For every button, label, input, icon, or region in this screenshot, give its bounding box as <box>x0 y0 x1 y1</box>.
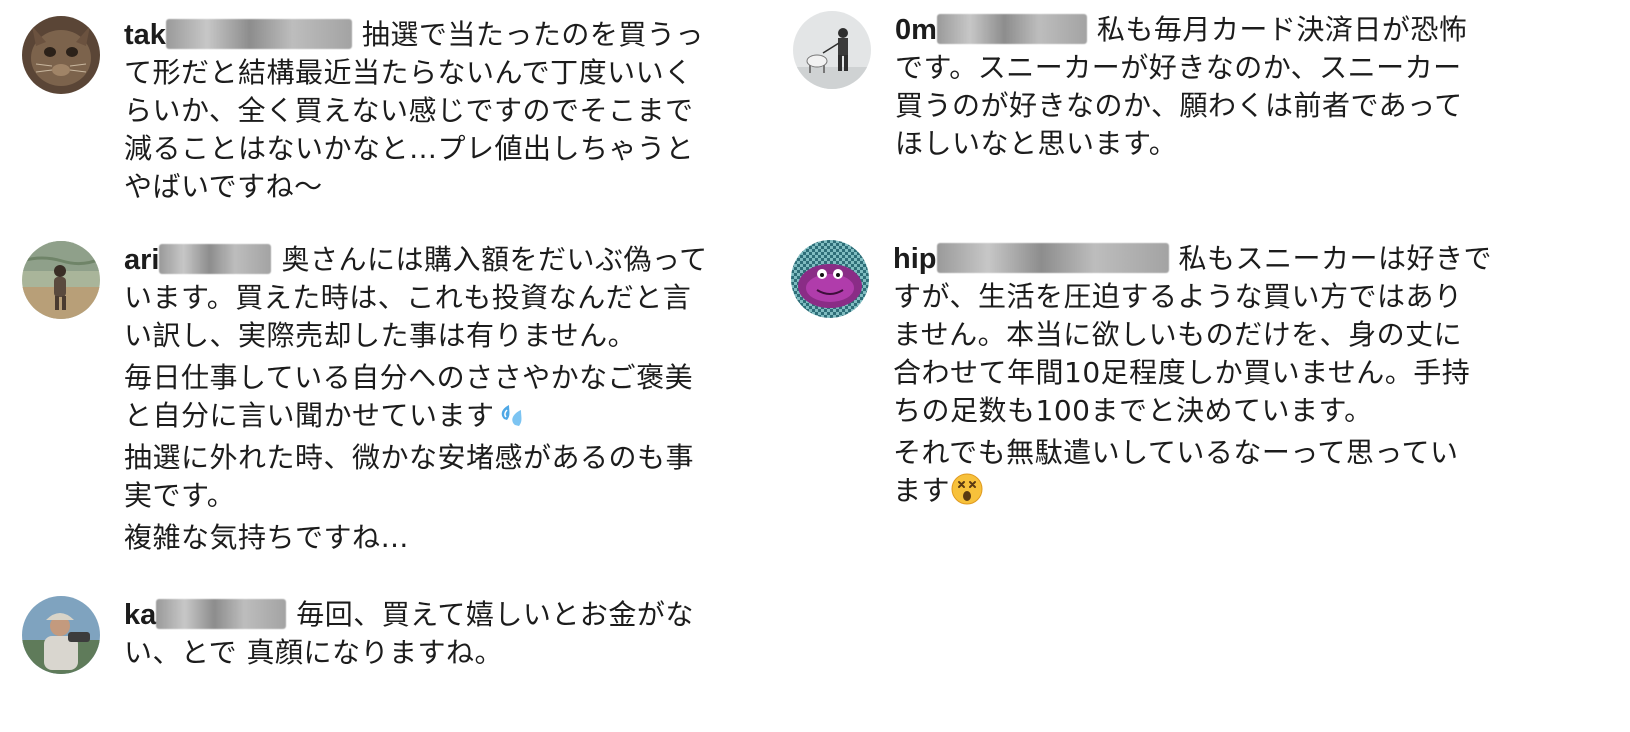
redacted-username-blur <box>165 19 352 49</box>
comment-line: 毎日仕事している自分へのささやかなご褒美 <box>124 361 694 394</box>
comment-line: 複雑な気持ちですね… <box>124 521 410 554</box>
comment-body: 0m 私も毎月カード決済日が恐怖 です。スニーカーが好きなのか、スニーカー 買うの… <box>895 11 1467 163</box>
comment-text: 毎回、買えて嬉しいとお金がな <box>296 598 694 631</box>
username[interactable]: hip <box>893 243 937 275</box>
comment-line: hip 私もスニーカーは好きで <box>893 240 1492 278</box>
comment-line: ません。本当に欲しいものだけを、身の丈に <box>893 318 1463 351</box>
comment-body: ari 奥さんには購入額をだいぶ偽って います。買えた時は、これも投資なんだと言 … <box>124 241 708 557</box>
comment-line: 実です。 <box>124 479 236 512</box>
comment-line: すが、生活を圧迫するような買い方ではあり <box>893 280 1463 313</box>
comment-line: らいか、全く買えない感じですのでそこまで <box>124 94 694 127</box>
redacted-username-blur <box>159 244 272 274</box>
avatar[interactable] <box>22 596 100 674</box>
comment-line: 減ることはないかなと…プレ値出しちゃうと <box>124 132 695 165</box>
comment-line: 買うのが好きなのか、願わくは前者であって <box>895 89 1463 122</box>
dizzy-face-icon <box>950 472 984 506</box>
avatar[interactable] <box>791 240 869 318</box>
comment-line: やばいですね〜 <box>124 170 323 203</box>
username[interactable]: ka <box>124 599 156 631</box>
comments-screenshot: { "comments": { "tak": { "username": "ta… <box>0 0 1630 732</box>
comment-line: います。買えた時は、これも投資なんだと言 <box>124 281 692 314</box>
comment-line: ほしいなと思います。 <box>895 127 1178 160</box>
comment-line: ari 奥さんには購入額をだいぶ偽って <box>124 241 708 279</box>
comment-text: 私も毎月カード決済日が恐怖 <box>1096 13 1468 46</box>
avatar[interactable] <box>793 11 871 89</box>
comment-line: ka 毎回、買えて嬉しいとお金がな <box>124 596 694 634</box>
comment-line: 0m 私も毎月カード決済日が恐怖 <box>895 11 1467 49</box>
avatar[interactable] <box>22 16 100 94</box>
comment-line: 抽選に外れた時、微かな安堵感があるのも事 <box>124 441 695 474</box>
username[interactable]: tak <box>124 19 166 51</box>
comment-line: tak 抽選で当たったのを買うっ <box>124 16 704 54</box>
comment-line: ます <box>893 472 1492 510</box>
comment-line: と自分に言い聞かせています <box>124 397 708 435</box>
comment-text: と自分に言い聞かせています <box>124 399 495 432</box>
comment-line: て形だと結構最近当たらないんで丁度いいく <box>124 56 693 89</box>
comment-body: tak 抽選で当たったのを買うっ て形だと結構最近当たらないんで丁度いいく らいか… <box>124 16 704 206</box>
redacted-username-blur <box>936 14 1087 44</box>
comment-text: ます <box>893 474 951 507</box>
sweat-droplets-icon <box>495 397 529 431</box>
comment-body: hip 私もスニーカーは好きで すが、生活を圧迫するような買い方ではあり ません。… <box>893 240 1492 510</box>
comment-line: それでも無駄遣いしているなーって思ってい <box>893 436 1459 469</box>
username[interactable]: ari <box>124 244 159 276</box>
comment-body: ka 毎回、買えて嬉しいとお金がな い、とで 真顔になりますね。 <box>124 596 694 672</box>
redacted-username-blur <box>936 243 1169 273</box>
comment-line: い、とで 真顔になりますね。 <box>124 636 504 669</box>
comment-line: い訳し、実際売却した事は有りません。 <box>124 319 637 352</box>
comment-line: ちの足数も100までと決めています。 <box>893 394 1373 427</box>
comment-text: 奥さんには購入額をだいぶ偽って <box>281 243 708 276</box>
redacted-username-blur <box>156 599 287 629</box>
avatar[interactable] <box>22 241 100 319</box>
comment-text: 抽選で当たったのを買うっ <box>361 18 704 51</box>
comment-line: 合わせて年間10足程度しか買いません。手持 <box>893 356 1471 389</box>
username[interactable]: 0m <box>895 14 937 46</box>
comment-line: です。スニーカーが好きなのか、スニーカー <box>895 51 1462 84</box>
comment-text: 私もスニーカーは好きで <box>1178 242 1493 275</box>
